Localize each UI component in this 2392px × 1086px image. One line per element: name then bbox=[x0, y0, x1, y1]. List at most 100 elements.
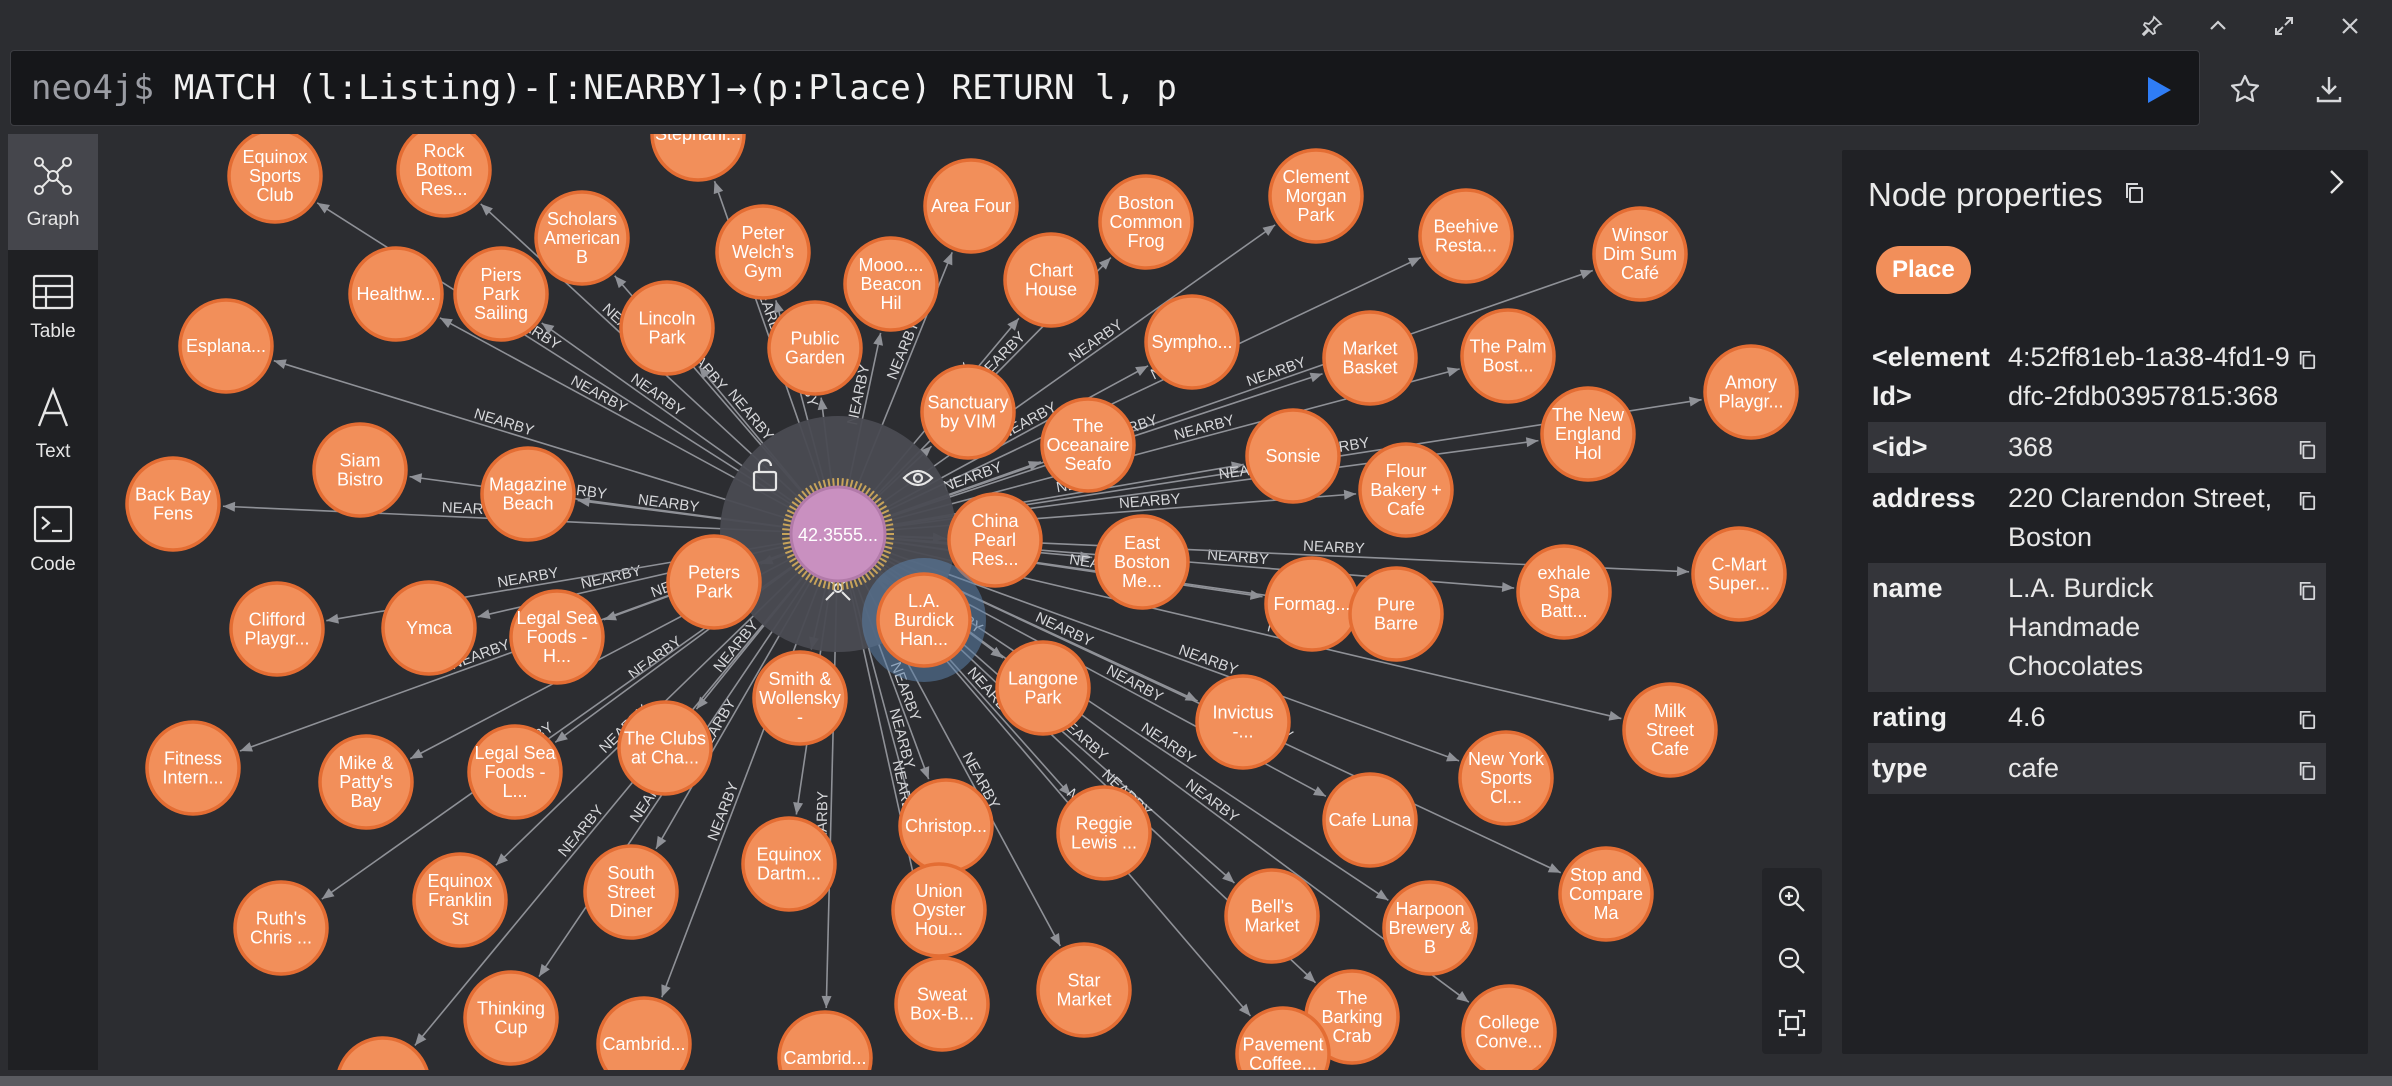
node-label: Esplana... bbox=[186, 336, 266, 356]
place-node[interactable]: EquinoxSportsClub bbox=[227, 134, 323, 224]
place-node[interactable]: CollegeConve... bbox=[1461, 984, 1557, 1070]
graph-canvas[interactable]: NEARBY NEARBY NEARBY NEARBY NEARBY NEARBY NEAR… bbox=[98, 134, 1838, 1070]
query-text[interactable]: MATCH (l:Listing)-[:NEARBY]→(p:Place) RE… bbox=[174, 68, 1177, 108]
place-node[interactable]: ThinkingCup bbox=[463, 970, 559, 1066]
place-node[interactable]: The Clubsat Cha... bbox=[617, 700, 713, 796]
place-node[interactable]: CliffordPlaygr... bbox=[229, 581, 325, 677]
place-node[interactable]: HarpoonBrewery &B bbox=[1382, 880, 1478, 976]
place-node[interactable]: MilkStreetCafe bbox=[1622, 682, 1718, 778]
copy-icon[interactable] bbox=[2298, 753, 2316, 792]
place-node[interactable]: ClementMorganPark bbox=[1268, 148, 1364, 244]
place-node[interactable]: Esplana... bbox=[178, 298, 274, 394]
favorite-star-icon[interactable] bbox=[2228, 72, 2262, 106]
place-node[interactable]: FitnessIntern... bbox=[145, 720, 241, 816]
close-icon[interactable] bbox=[2336, 12, 2364, 40]
place-node[interactable]: Legal SeaFoods -H... bbox=[509, 589, 605, 685]
place-node[interactable]: Back BayFens bbox=[125, 456, 221, 552]
node-label: Res... bbox=[420, 179, 467, 199]
place-node[interactable]: Mooo....BeaconHil bbox=[843, 236, 939, 332]
run-button[interactable] bbox=[2145, 75, 2173, 105]
place-node[interactable]: C-MartSuper... bbox=[1691, 526, 1787, 622]
place-node[interactable]: PublicGarden bbox=[767, 300, 863, 396]
place-node[interactable]: Cafe Luna bbox=[1322, 772, 1418, 868]
view-text-tab[interactable]: Text bbox=[8, 366, 98, 482]
label-chip[interactable]: Place bbox=[1876, 246, 1971, 294]
place-node[interactable]: ChartHouse bbox=[1003, 232, 1099, 328]
view-graph-tab[interactable]: Graph bbox=[8, 134, 98, 250]
place-node[interactable]: StarMarket bbox=[1036, 942, 1132, 1038]
place-node[interactable]: EquinoxFranklinSt bbox=[412, 852, 508, 948]
chevron-right-icon[interactable] bbox=[2320, 166, 2352, 203]
place-node[interactable]: The NewEnglandHol bbox=[1540, 386, 1636, 482]
place-node[interactable]: BostonCommonFrog bbox=[1098, 174, 1194, 270]
graph-svg[interactable]: NEARBY NEARBYNEARBYNEARBY NEARBY NEARBYNEAR… bbox=[98, 134, 1838, 1070]
fit-to-screen-icon[interactable] bbox=[1777, 1008, 1807, 1038]
place-node[interactable]: TheOceanaireSeafo bbox=[1040, 397, 1136, 493]
copy-icon[interactable] bbox=[2298, 432, 2316, 471]
pin-icon[interactable] bbox=[2138, 12, 2166, 40]
place-node[interactable]: PureBarre bbox=[1348, 566, 1444, 662]
place-node[interactable]: Stephani... bbox=[650, 134, 746, 182]
place-node[interactable]: Invictus-... bbox=[1195, 674, 1291, 770]
place-node[interactable]: FlourBakery +Cafe bbox=[1358, 442, 1454, 538]
copy-icon[interactable] bbox=[2298, 483, 2316, 522]
download-icon[interactable] bbox=[2312, 72, 2346, 106]
place-node[interactable]: SweatBox-B... bbox=[894, 956, 990, 1052]
place-node[interactable]: SiamBistro bbox=[312, 422, 408, 518]
place-node[interactable]: Stop andCompareMa bbox=[1558, 846, 1654, 942]
place-node[interactable]: AmoryPlaygr... bbox=[1703, 344, 1799, 440]
place-node[interactable]: Neptune... bbox=[337, 1036, 429, 1070]
place-node[interactable]: ReggieLewis ... bbox=[1056, 785, 1152, 881]
fullscreen-icon[interactable] bbox=[2270, 12, 2298, 40]
place-node[interactable]: Sympho... bbox=[1144, 294, 1240, 390]
place-node[interactable]: L.A.BurdickHan... bbox=[862, 558, 986, 682]
place-node[interactable]: Legal SeaFoods -L... bbox=[467, 724, 563, 820]
place-node[interactable]: Smith &Wollensky- bbox=[752, 650, 848, 746]
node-label: Intern... bbox=[162, 768, 223, 788]
place-node[interactable]: PiersParkSailing bbox=[453, 246, 549, 342]
place-node[interactable]: Sonsie bbox=[1245, 408, 1341, 504]
place-node[interactable]: PetersPark bbox=[666, 534, 762, 630]
place-node[interactable]: Formag... bbox=[1264, 556, 1360, 652]
place-node[interactable]: Area Four bbox=[923, 158, 1019, 254]
place-node[interactable]: BeehiveResta... bbox=[1418, 188, 1514, 284]
view-code-tab[interactable]: Code bbox=[8, 482, 98, 598]
place-node[interactable]: exhaleSpaBatt... bbox=[1516, 544, 1612, 640]
copy-icon[interactable] bbox=[2298, 702, 2316, 741]
place-node[interactable]: RockBottomRes... bbox=[396, 134, 492, 218]
place-node[interactable]: New YorkSportsCl... bbox=[1458, 730, 1554, 826]
place-node[interactable]: Christop... bbox=[898, 778, 994, 874]
query-editor[interactable]: neo4j$ MATCH (l:Listing)-[:NEARBY]→(p:Pl… bbox=[10, 50, 2200, 126]
place-node[interactable]: LangonePark bbox=[995, 640, 1091, 736]
copy-icon[interactable] bbox=[2298, 342, 2316, 381]
zoom-out-icon[interactable] bbox=[1777, 946, 1807, 976]
view-table-tab[interactable]: Table bbox=[8, 250, 98, 366]
place-node[interactable]: Ruth'sChris ... bbox=[233, 880, 329, 976]
copy-icon[interactable] bbox=[2298, 573, 2316, 612]
place-node[interactable]: MagazineBeach bbox=[480, 446, 576, 542]
place-node[interactable]: Cambrid... bbox=[596, 996, 692, 1070]
bottom-scrollbar[interactable] bbox=[0, 1076, 2392, 1086]
place-node[interactable]: Mike &Patty'sBay bbox=[318, 734, 414, 830]
place-node[interactable]: PeterWelch'sGym bbox=[715, 204, 811, 300]
place-node[interactable]: WinsorDim SumCafé bbox=[1592, 206, 1688, 302]
chevron-up-icon[interactable] bbox=[2204, 12, 2232, 40]
place-node[interactable]: Ymca bbox=[381, 580, 477, 676]
place-node[interactable]: SouthStreetDiner bbox=[583, 844, 679, 940]
place-node[interactable]: Sanctuaryby VIM bbox=[920, 364, 1016, 460]
place-node[interactable]: Cambrid... bbox=[777, 1010, 873, 1070]
place-node[interactable]: ScholarsAmericanB bbox=[534, 190, 630, 286]
node-label: Burdick bbox=[894, 610, 955, 630]
edge-label: NEARBY bbox=[579, 562, 643, 592]
copy-icon[interactable] bbox=[2124, 182, 2144, 209]
place-node[interactable]: Healthw... bbox=[348, 246, 444, 342]
zoom-in-icon[interactable] bbox=[1777, 884, 1807, 914]
place-node[interactable]: The PalmBost... bbox=[1460, 308, 1556, 404]
place-node[interactable]: EastBostonMe... bbox=[1094, 514, 1190, 610]
place-node[interactable]: Bell'sMarket bbox=[1224, 868, 1320, 964]
place-node[interactable]: MarketBasket bbox=[1322, 310, 1418, 406]
place-node[interactable]: EquinoxDartm... bbox=[741, 816, 837, 912]
place-node[interactable]: UnionOysterHou... bbox=[891, 862, 987, 958]
listing-node[interactable]: 42.3555... bbox=[782, 478, 894, 590]
place-node[interactable]: LincolnPark bbox=[619, 280, 715, 376]
